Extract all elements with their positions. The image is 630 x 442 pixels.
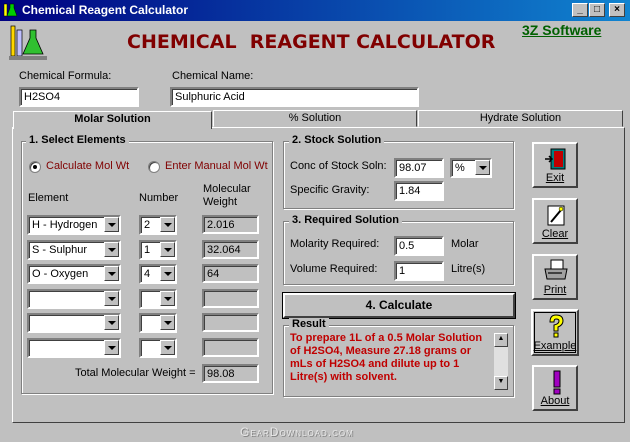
print-label: Print — [543, 284, 567, 296]
number-select[interactable] — [139, 313, 177, 333]
window-title: Chemical Reagent Calculator — [22, 3, 189, 17]
molwt-value: 64 — [202, 264, 259, 283]
exclamation-icon — [553, 370, 561, 395]
app-heading: CHEMICAL REAGENT CALCULATOR — [127, 31, 496, 53]
conc-unit-select[interactable]: % — [450, 158, 492, 178]
volume-label: Volume Required: — [290, 263, 378, 275]
molwt-value — [202, 289, 259, 308]
element-select[interactable] — [27, 289, 121, 309]
print-button[interactable]: Print — [532, 254, 578, 300]
element-select[interactable] — [27, 313, 121, 333]
chevron-down-icon[interactable] — [104, 242, 119, 257]
sg-label: Specific Gravity: — [290, 184, 370, 196]
sg-input[interactable]: 1.84 — [394, 181, 444, 201]
magic-wand-icon — [547, 205, 565, 226]
molarity-label: Molarity Required: — [290, 238, 380, 250]
element-select[interactable] — [27, 338, 121, 358]
volume-input[interactable]: 1 — [394, 261, 444, 281]
printer-icon — [544, 259, 568, 280]
vendor-link[interactable]: 3Z Software — [522, 22, 601, 38]
result-title: Result — [289, 318, 329, 330]
number-select[interactable]: 2 — [139, 215, 177, 235]
calculate-mol-wt-label[interactable]: Calculate Mol Wt — [46, 160, 129, 172]
number-value: 1 — [144, 244, 151, 256]
molarity-input[interactable]: 0.5 — [394, 236, 444, 256]
lab-equipment-icon — [9, 25, 47, 60]
element-select[interactable]: S - Sulphur — [27, 240, 121, 260]
door-exit-icon — [545, 148, 566, 170]
molwt-value: 32.064 — [202, 240, 259, 259]
required-solution-title: 3. Required Solution — [289, 214, 402, 226]
calculate-mol-wt-radio[interactable] — [29, 161, 41, 173]
total-weight-value: 98.08 — [202, 364, 259, 383]
number-column-header: Number — [139, 192, 179, 204]
element-value: H - Hydrogen — [32, 219, 98, 231]
number-value: 2 — [144, 219, 151, 231]
about-label: About — [540, 395, 570, 407]
clear-label: Clear — [541, 228, 569, 240]
chevron-down-icon[interactable] — [160, 242, 175, 257]
tab-percent-solution[interactable]: % Solution — [213, 110, 417, 127]
clear-button[interactable]: Clear — [532, 198, 578, 244]
conc-unit-value: % — [455, 162, 465, 174]
example-button[interactable]: Example — [531, 309, 579, 356]
result-scrollbar[interactable]: ▲ ▼ — [494, 333, 508, 390]
chevron-down-icon[interactable] — [104, 266, 119, 281]
stock-solution-title: 2. Stock Solution — [289, 134, 385, 146]
title-bar: Chemical Reagent Calculator _ □ × — [0, 0, 630, 21]
formula-input[interactable]: H2SO4 — [19, 87, 139, 107]
number-select[interactable] — [139, 289, 177, 309]
number-select[interactable]: 1 — [139, 240, 177, 260]
number-select[interactable]: 4 — [139, 264, 177, 284]
chevron-down-icon[interactable] — [104, 291, 119, 306]
question-mark-icon — [549, 314, 564, 338]
watermark-text: GearDownload.com — [240, 425, 354, 439]
chevron-down-icon[interactable] — [160, 266, 175, 281]
chevron-down-icon[interactable] — [160, 315, 175, 330]
molwt-value — [202, 338, 259, 357]
volume-unit: Litre(s) — [451, 263, 486, 275]
name-label: Chemical Name: — [172, 70, 254, 82]
chevron-down-icon[interactable] — [104, 217, 119, 232]
chevron-down-icon[interactable] — [160, 340, 175, 355]
molwt-value: 2.016 — [202, 215, 259, 234]
molarity-unit: Molar — [451, 238, 479, 250]
app-flask-icon — [3, 3, 18, 17]
manual-mol-wt-label[interactable]: Enter Manual Mol Wt — [165, 160, 268, 172]
molwt-value — [202, 313, 259, 332]
minimize-button[interactable]: _ — [572, 3, 588, 17]
chevron-down-icon[interactable] — [160, 217, 175, 232]
element-select[interactable]: H - Hydrogen — [27, 215, 121, 235]
result-text: To prepare 1L of a 0.5 Molar Solution of… — [290, 332, 483, 383]
chevron-down-icon[interactable] — [104, 340, 119, 355]
chevron-down-icon[interactable] — [104, 315, 119, 330]
chevron-down-icon[interactable] — [475, 160, 490, 175]
element-column-header: Element — [28, 192, 69, 204]
exit-label: Exit — [545, 172, 565, 184]
conc-label: Conc of Stock Soln: — [290, 160, 387, 172]
scroll-down-icon[interactable]: ▼ — [494, 376, 508, 390]
number-value: 4 — [144, 268, 151, 280]
tab-hydrate-solution[interactable]: Hydrate Solution — [418, 110, 623, 127]
number-select[interactable] — [139, 338, 177, 358]
close-button[interactable]: × — [609, 3, 625, 17]
about-button[interactable]: About — [532, 365, 578, 411]
example-label: Example — [533, 340, 577, 352]
tab-molar-solution[interactable]: Molar Solution — [13, 111, 212, 129]
name-input[interactable]: Sulphuric Acid — [170, 87, 419, 107]
manual-mol-wt-radio[interactable] — [148, 161, 160, 173]
element-select[interactable]: O - Oxygen — [27, 264, 121, 284]
chevron-down-icon[interactable] — [160, 291, 175, 306]
formula-label: Chemical Formula: — [19, 70, 112, 82]
select-elements-title: 1. Select Elements — [26, 134, 129, 146]
conc-input[interactable]: 98.07 — [394, 158, 444, 178]
calculate-button[interactable]: 4. Calculate — [282, 292, 516, 319]
total-weight-label: Total Molecular Weight = — [75, 367, 196, 379]
exit-button[interactable]: Exit — [532, 142, 578, 188]
maximize-button[interactable]: □ — [589, 3, 605, 17]
element-value: S - Sulphur — [32, 244, 88, 256]
molwt-column-header: Molecular Weight — [203, 183, 251, 208]
element-value: O - Oxygen — [32, 268, 89, 280]
scroll-up-icon[interactable]: ▲ — [494, 333, 508, 347]
